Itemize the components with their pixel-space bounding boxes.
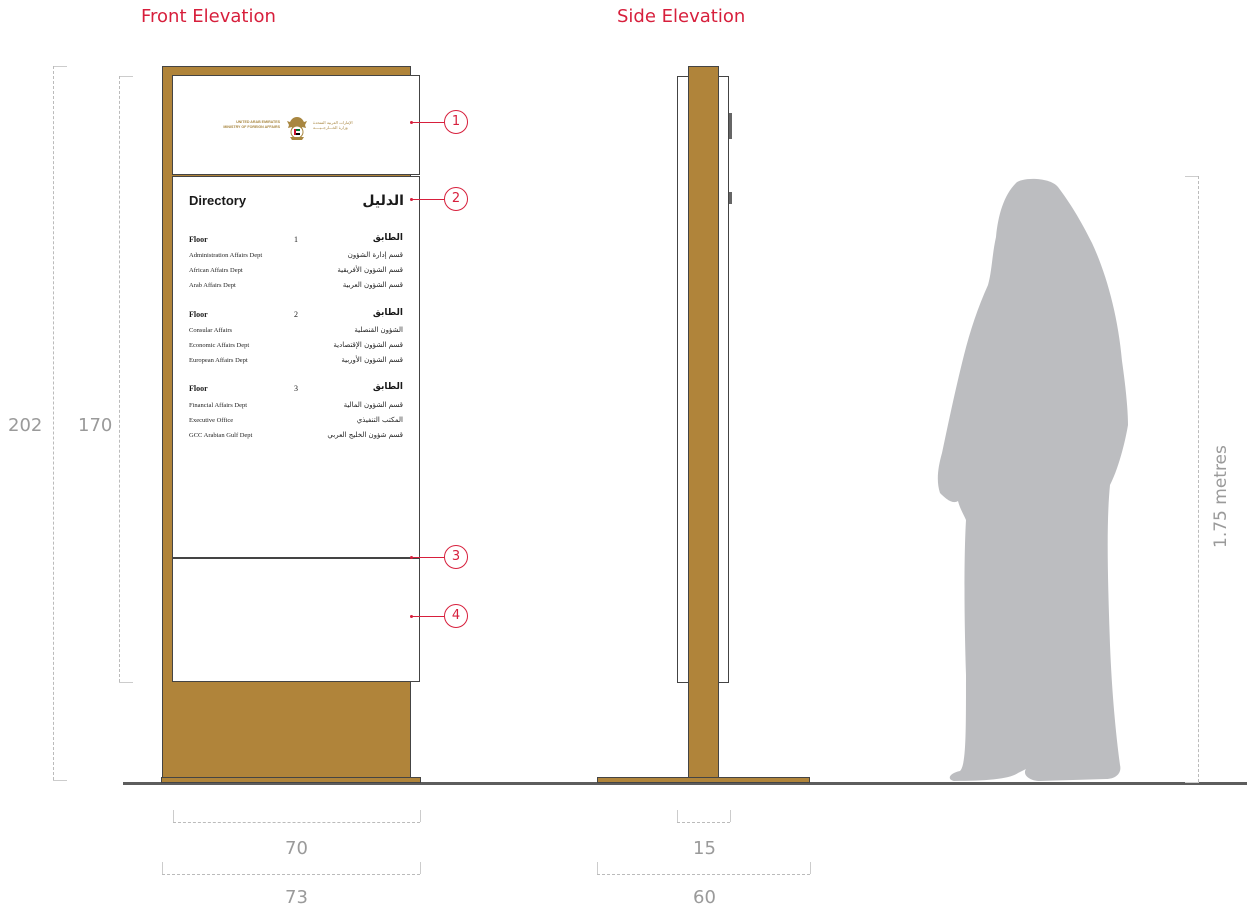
directory-title-en: Directory (189, 193, 247, 208)
dept-ar: المكتب التنفيذي (356, 416, 403, 424)
width-15-label: 15 (693, 838, 716, 859)
floor-1-label-en: Floor (189, 235, 208, 244)
front-elevation-heading: Front Elevation (141, 6, 276, 27)
dept-en: Economic Affairs Dept (189, 342, 250, 349)
callout-1: 1 (444, 110, 468, 134)
uae-emblem-icon (287, 117, 307, 140)
callout-4: 4 (444, 604, 468, 628)
logo-panel: UNITED ARAB EMIRATES MINISTRY OF FOREIGN… (172, 75, 420, 175)
width-15-right-tick (730, 810, 731, 822)
dept-ar: الشؤون القنصلية (354, 326, 403, 334)
callout-4-leader (412, 616, 444, 617)
width-70-dimension-line (173, 822, 420, 823)
side-base (597, 777, 810, 783)
height-202-label: 202 (8, 415, 43, 436)
width-70-right-tick (420, 810, 421, 822)
dept-ar: قسم الشؤون المالية (343, 401, 403, 409)
callout-3-leader (412, 557, 444, 558)
dept-ar: قسم الشؤون الأفريقية (337, 266, 403, 274)
bottom-blank-panel (172, 558, 420, 682)
side-bracket-middle (729, 192, 732, 204)
height-202-bottom-tick (53, 780, 67, 781)
width-60-right-tick (810, 862, 811, 874)
dept-en: Administration Affairs Dept (189, 252, 263, 259)
height-170-label: 170 (78, 415, 113, 436)
width-73-label: 73 (285, 887, 308, 908)
width-73-left-tick (162, 862, 163, 874)
floor-2-label-en: Floor (189, 310, 208, 319)
directory-title-ar: الدليل (362, 193, 404, 209)
width-70-label: 70 (285, 838, 308, 859)
callout-2-leader (412, 199, 444, 200)
logo-ar-line2: وزارة الخـــارجــيــــة (313, 125, 348, 130)
callout-1-leader (412, 122, 444, 123)
floor-2-number: 2 (294, 310, 298, 319)
logo-text-english: UNITED ARAB EMIRATES MINISTRY OF FOREIGN… (223, 120, 280, 130)
directory-panel: Directory الدليل Floor 1 الطابق Administ… (172, 176, 420, 558)
height-175-dimension-line (1198, 176, 1199, 782)
height-175-top-tick (1185, 176, 1199, 177)
dept-ar: قسم شؤون الخليج العربي (327, 431, 403, 439)
width-73-dimension-line (162, 874, 420, 875)
height-202-top-tick (53, 66, 67, 67)
floor-3-label-ar: الطابق (372, 382, 403, 392)
logo-text-arabic: الإمارات العربية المتحدة وزارة الخـــارج… (313, 120, 353, 130)
side-bracket-top (729, 113, 732, 139)
height-170-bottom-tick (119, 682, 133, 683)
height-170-top-tick (119, 76, 133, 77)
height-175-bottom-tick (1185, 782, 1199, 783)
dept-ar: قسم الشؤون الأوربية (341, 356, 403, 364)
dept-en: Financial Affairs Dept (189, 402, 248, 409)
width-60-dimension-line (597, 874, 810, 875)
dept-en: GCC Arabian Gulf Dept (189, 432, 253, 439)
front-totem-base (161, 777, 421, 783)
width-15-left-tick (677, 810, 678, 822)
person-silhouette-icon (937, 178, 1128, 781)
floor-2-label-ar: الطابق (372, 308, 403, 318)
side-elevation-heading: Side Elevation (617, 6, 746, 27)
height-170-dimension-line (119, 76, 120, 682)
side-post (688, 66, 719, 780)
dept-ar: قسم الشؤون العربية (342, 281, 403, 289)
floor-3-number: 3 (294, 384, 298, 393)
floor-1-label-ar: الطابق (372, 233, 403, 243)
width-15-dimension-line (677, 822, 730, 823)
width-60-label: 60 (693, 887, 716, 908)
logo-en-line2: MINISTRY OF FOREIGN AFFAIRS (223, 125, 280, 129)
width-70-left-tick (173, 810, 174, 822)
dept-ar: قسم إدارة الشؤون (347, 251, 403, 259)
floor-3-label-en: Floor (189, 384, 208, 393)
dept-ar: قسم الشؤون الإقتصادية (333, 341, 403, 349)
callout-3: 3 (444, 545, 468, 569)
dept-en: Executive Office (189, 417, 234, 424)
width-60-left-tick (597, 862, 598, 874)
dept-en: African Affairs Dept (189, 267, 243, 274)
floor-1-number: 1 (294, 235, 298, 244)
callout-2: 2 (444, 187, 468, 211)
person-height-label: 1.75 metres (1211, 445, 1231, 548)
dept-en: Consular Affairs (189, 327, 233, 334)
dept-en: Arab Affairs Dept (189, 282, 236, 289)
dept-en: European Affairs Dept (189, 357, 248, 364)
height-202-dimension-line (53, 66, 54, 780)
width-73-right-tick (420, 862, 421, 874)
